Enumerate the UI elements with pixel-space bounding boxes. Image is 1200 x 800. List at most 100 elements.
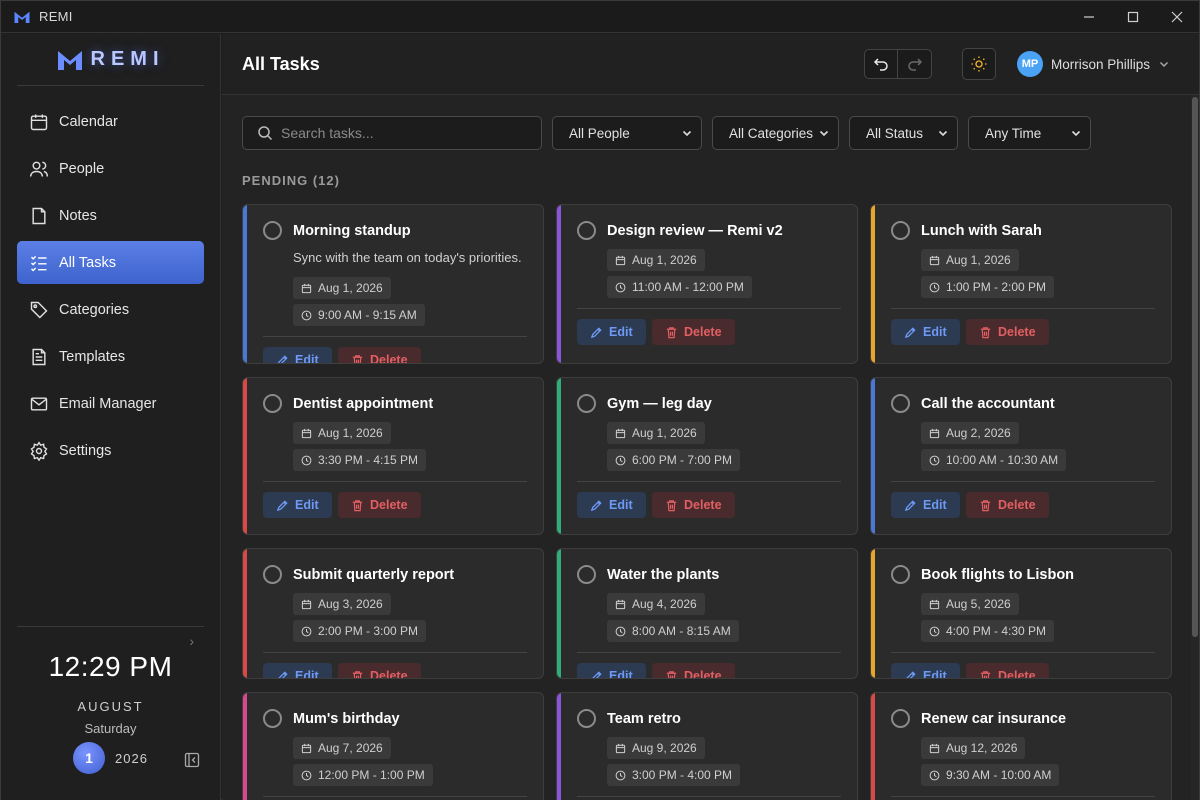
delete-button[interactable]: Delete <box>338 663 421 678</box>
sidebar-item-templates[interactable]: Templates <box>17 335 204 378</box>
undo-icon <box>873 58 888 71</box>
edit-button[interactable]: Edit <box>263 347 332 363</box>
categories-filter-select[interactable]: All Categories <box>712 116 839 150</box>
redo-button[interactable] <box>898 49 932 79</box>
time-chip: 2:00 PM - 3:00 PM <box>293 620 427 642</box>
complete-checkbox[interactable] <box>263 565 282 584</box>
sidebar-item-label: Email Manager <box>59 395 157 412</box>
collapse-sidebar-icon[interactable] <box>184 752 200 768</box>
clock-time: 12:29 PM <box>48 651 173 682</box>
sidebar-item-categories[interactable]: Categories <box>17 288 204 331</box>
people-filter-select[interactable]: All People <box>552 116 702 150</box>
task-title: Call the accountant <box>921 395 1055 412</box>
main-content: All Tasks MP Morrison Phillips Search ta… <box>222 34 1199 800</box>
complete-checkbox[interactable] <box>891 709 910 728</box>
delete-button[interactable]: Delete <box>966 663 1049 679</box>
delete-button[interactable]: Delete <box>338 347 421 363</box>
brand: REMI <box>17 34 204 86</box>
task-date: Aug 1, 2026 <box>318 426 383 440</box>
date-chip: Aug 9, 2026 <box>607 737 705 759</box>
sidebar-item-people[interactable]: People <box>17 147 204 190</box>
date-chip: Aug 1, 2026 <box>921 249 1019 271</box>
maximize-button[interactable] <box>1111 1 1155 33</box>
category-stripe <box>871 549 875 678</box>
time-chip: 8:00 AM - 8:15 AM <box>607 620 739 642</box>
edit-button[interactable]: Edit <box>577 663 646 678</box>
sidebar-item-all-tasks[interactable]: All Tasks <box>17 241 204 284</box>
sidebar-item-label: All Tasks <box>59 254 116 271</box>
delete-button[interactable]: Delete <box>966 492 1049 518</box>
chevron-right-icon[interactable]: › <box>189 633 194 649</box>
edit-button[interactable]: Edit <box>577 319 646 345</box>
chevron-down-icon <box>1160 62 1169 67</box>
task-card: Lunch with Sarah Aug 1, 2026 1:00 PM - 2… <box>870 204 1172 364</box>
edit-button[interactable]: Edit <box>891 663 960 678</box>
delete-button[interactable]: Delete <box>652 663 735 678</box>
undo-button[interactable] <box>864 49 898 79</box>
calendar-icon <box>615 599 626 609</box>
edit-label: Edit <box>923 325 947 339</box>
scrollbar-thumb[interactable] <box>1192 97 1198 637</box>
edit-button[interactable]: Edit <box>577 492 646 518</box>
task-title: Submit quarterly report <box>293 566 455 583</box>
category-stripe <box>557 378 561 534</box>
delete-button[interactable]: Delete <box>652 319 735 345</box>
card-divider <box>577 796 841 797</box>
close-button[interactable] <box>1155 1 1199 33</box>
theme-toggle-button[interactable] <box>962 48 996 80</box>
category-stripe <box>243 693 247 800</box>
status-filter-select[interactable]: All Status <box>849 116 958 150</box>
complete-checkbox[interactable] <box>891 394 910 413</box>
scrollbar[interactable] <box>1191 95 1199 800</box>
complete-checkbox[interactable] <box>891 565 910 584</box>
brand-name: REMI <box>90 48 165 70</box>
edit-button[interactable]: Edit <box>891 492 960 518</box>
edit-label: Edit <box>295 498 319 512</box>
clock-icon <box>615 282 626 292</box>
card-divider <box>577 308 841 309</box>
delete-label: Delete <box>998 325 1036 339</box>
task-card: Design review — Remi v2 Aug 1, 2026 11:0… <box>556 204 858 364</box>
time-chip: 3:00 PM - 4:00 PM <box>607 764 741 786</box>
delete-button[interactable]: Delete <box>338 492 421 518</box>
complete-checkbox[interactable] <box>891 221 910 240</box>
search-box[interactable] <box>242 116 542 150</box>
edit-button[interactable]: Edit <box>891 319 960 345</box>
time-chip: 9:30 AM - 10:00 AM <box>921 764 1060 786</box>
delete-label: Delete <box>998 498 1036 512</box>
sidebar-item-calendar[interactable]: Calendar <box>17 100 204 143</box>
time-filter-select[interactable]: Any Time <box>968 116 1091 150</box>
edit-button[interactable]: Edit <box>263 663 332 678</box>
complete-checkbox[interactable] <box>263 394 282 413</box>
mail-icon <box>30 396 48 411</box>
complete-checkbox[interactable] <box>577 709 596 728</box>
search-input[interactable] <box>281 125 521 141</box>
complete-checkbox[interactable] <box>263 221 282 240</box>
minimize-button[interactable] <box>1067 1 1111 33</box>
sidebar-item-email-manager[interactable]: Email Manager <box>17 382 204 425</box>
edit-button[interactable]: Edit <box>263 492 332 518</box>
complete-checkbox[interactable] <box>263 709 282 728</box>
calendar-icon <box>30 114 48 130</box>
delete-label: Delete <box>998 669 1036 679</box>
task-card: Dentist appointment Aug 1, 2026 3:30 PM … <box>242 377 544 535</box>
sidebar-item-label: Categories <box>59 301 130 318</box>
task-time: 12:00 PM - 1:00 PM <box>318 768 425 782</box>
category-stripe <box>243 205 247 363</box>
complete-checkbox[interactable] <box>577 394 596 413</box>
sidebar-item-label: People <box>59 160 105 177</box>
sidebar-item-settings[interactable]: Settings <box>17 429 204 472</box>
complete-checkbox[interactable] <box>577 565 596 584</box>
delete-button[interactable]: Delete <box>966 319 1049 345</box>
task-date: Aug 1, 2026 <box>632 253 697 267</box>
user-menu[interactable]: MP Morrison Phillips <box>1017 51 1170 77</box>
calendar-icon <box>929 428 940 438</box>
delete-button[interactable]: Delete <box>652 492 735 518</box>
task-date: Aug 4, 2026 <box>632 597 697 611</box>
trash-icon <box>666 499 677 511</box>
category-stripe <box>557 549 561 678</box>
complete-checkbox[interactable] <box>577 221 596 240</box>
date-chip: Aug 12, 2026 <box>921 737 1026 759</box>
task-card: Call the accountant Aug 2, 2026 10:00 AM… <box>870 377 1172 535</box>
sidebar-item-notes[interactable]: Notes <box>17 194 204 237</box>
